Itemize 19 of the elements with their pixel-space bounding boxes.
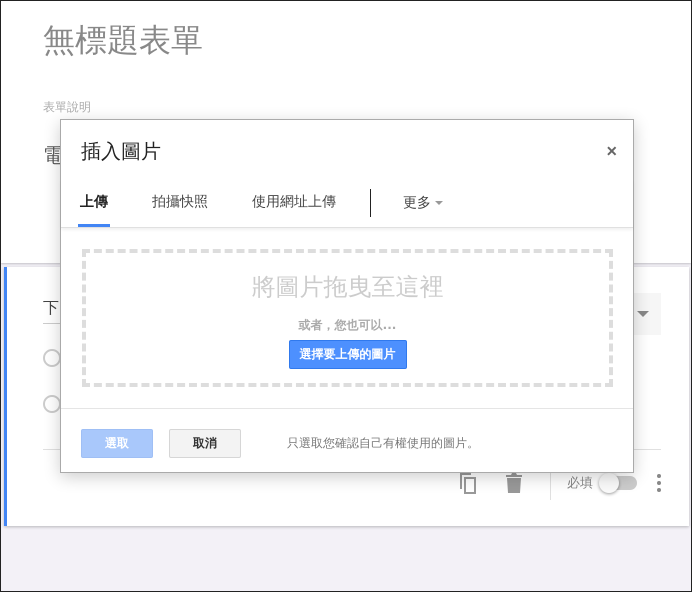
tab[interactable]: 使用網址上傳 <box>250 179 338 227</box>
dialog-title: 插入圖片 <box>81 138 161 165</box>
choose-image-button[interactable]: 選擇要上傳的圖片 <box>288 340 406 369</box>
or-text: 或者，您也可以... <box>298 317 396 334</box>
rights-note: 只選取您確認自己有權使用的圖片。 <box>287 435 479 452</box>
cancel-button[interactable]: 取消 <box>169 429 241 458</box>
trash-icon[interactable] <box>506 473 522 493</box>
tab[interactable]: 拍攝快照 <box>150 179 210 227</box>
copy-icon[interactable] <box>458 471 478 495</box>
required-toggle[interactable] <box>599 473 639 493</box>
caret-icon <box>637 311 649 317</box>
close-button[interactable]: × <box>604 141 619 162</box>
more-icon[interactable] <box>657 474 661 492</box>
required-label: 必填 <box>567 475 593 492</box>
toggle-knob[interactable] <box>599 473 619 493</box>
tab[interactable]: 上傳 <box>78 179 110 227</box>
more-tab[interactable]: 更多 <box>403 179 443 227</box>
form-title[interactable]: 無標題表單 <box>43 19 649 69</box>
caret-icon <box>435 201 443 205</box>
